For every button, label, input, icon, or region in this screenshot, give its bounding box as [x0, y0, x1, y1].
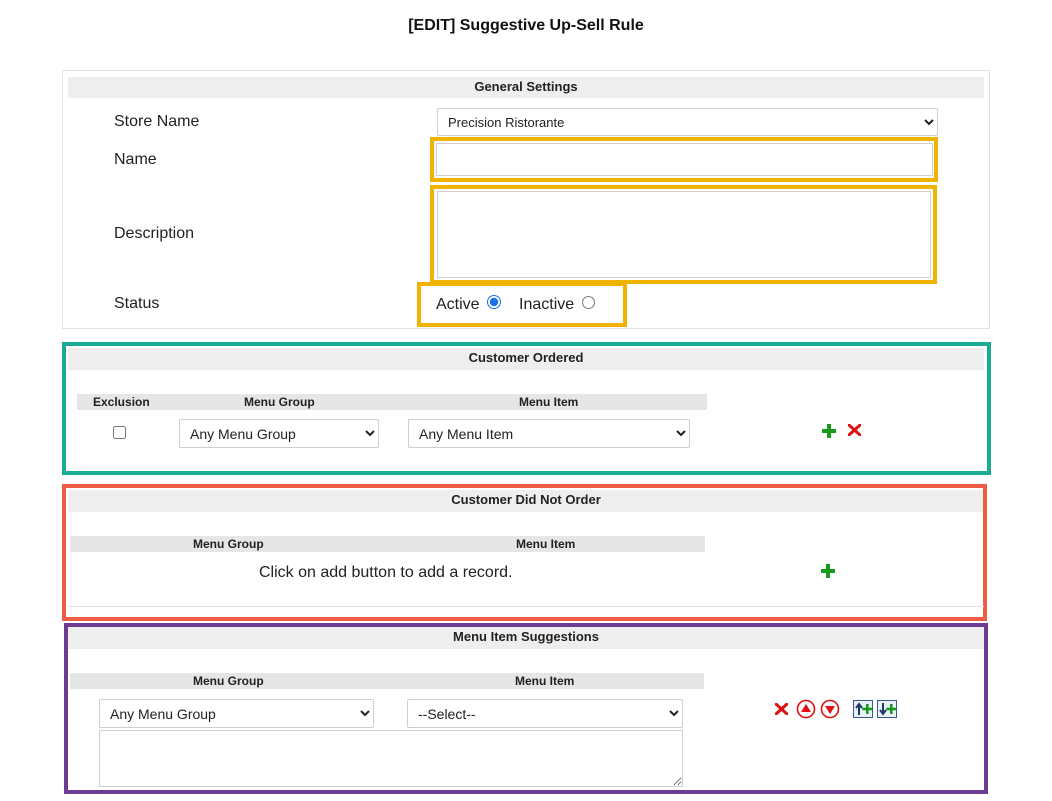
insert-above-icon[interactable]	[853, 700, 873, 718]
status-active-radio[interactable]	[487, 295, 501, 309]
name-label: Name	[114, 151, 157, 168]
add-icon[interactable]	[821, 564, 835, 578]
suggestion-notes-textarea[interactable]	[99, 730, 683, 787]
page-title: [EDIT] Suggestive Up-Sell Rule	[408, 17, 644, 34]
customer-ordered-column-header: Exclusion Menu Group Menu Item	[77, 394, 707, 410]
move-down-icon[interactable]	[820, 699, 840, 719]
description-label: Description	[114, 225, 195, 242]
customer-did-not-order-column-header: Menu Group Menu Item	[70, 536, 705, 552]
col-menu-group-header: Menu Group	[193, 674, 264, 688]
empty-records-message: Click on add button to add a record.	[259, 564, 513, 581]
description-highlight	[430, 185, 937, 284]
customer-ordered-menu-item-select[interactable]: Any Menu Item	[408, 419, 690, 448]
delete-icon[interactable]	[775, 703, 788, 715]
status-active-label: Active	[436, 296, 480, 313]
delete-icon[interactable]	[848, 424, 861, 436]
customer-ordered-menu-group-select[interactable]: Any Menu Group	[179, 419, 379, 448]
suggestion-menu-item-select[interactable]: --Select--	[407, 699, 683, 728]
status-inactive-radio[interactable]	[582, 296, 595, 309]
col-menu-item-header: Menu Item	[515, 674, 575, 688]
menu-item-suggestions-column-header: Menu Group Menu Item	[70, 673, 704, 689]
store-name-label: Store Name	[114, 113, 200, 130]
add-icon[interactable]	[822, 424, 836, 438]
col-exclusion-header: Exclusion	[93, 395, 150, 409]
exclusion-checkbox[interactable]	[113, 426, 126, 439]
status-inactive-label: Inactive	[519, 296, 575, 313]
move-up-icon[interactable]	[796, 699, 816, 719]
col-menu-item-header: Menu Item	[519, 395, 579, 409]
divider	[68, 606, 984, 607]
store-name-select[interactable]: Precision Ristorante	[437, 108, 938, 136]
suggestion-menu-group-select[interactable]: Any Menu Group	[99, 699, 374, 728]
status-label: Status	[114, 295, 160, 312]
general-settings-header: General Settings	[68, 77, 984, 98]
col-menu-group-header: Menu Group	[193, 537, 264, 551]
name-highlight	[430, 137, 938, 182]
customer-did-not-order-highlight	[62, 484, 987, 621]
col-menu-item-header: Menu Item	[516, 537, 576, 551]
insert-below-icon[interactable]	[877, 700, 897, 718]
col-menu-group-header: Menu Group	[244, 395, 315, 409]
